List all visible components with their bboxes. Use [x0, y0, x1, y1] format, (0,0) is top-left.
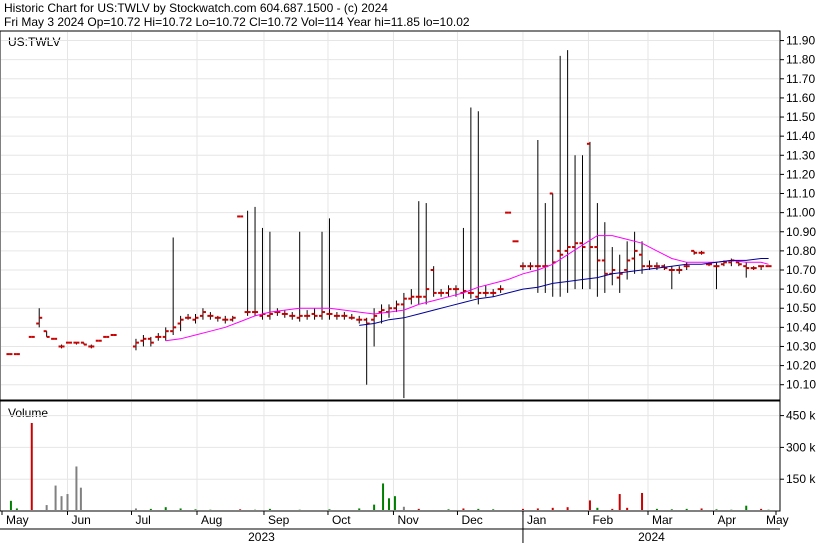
price-tick-label: 11.30	[786, 148, 815, 162]
price-plot-frame	[0, 30, 781, 401]
symbol-label: US:TWLV	[8, 35, 60, 49]
month-label: Feb	[592, 513, 613, 527]
price-tick-label: 11.50	[786, 110, 815, 124]
month-label: May	[6, 513, 29, 527]
price-tick-label: 11.40	[786, 129, 815, 143]
month-label: Aug	[201, 513, 222, 527]
stock-chart: US:TWLV Volume 11.90 11.80 11.70 11.60 11.50…	[0, 30, 816, 543]
price-tick-label: 11.70	[786, 72, 815, 86]
price-tick-label: 11.20	[786, 167, 815, 181]
month-label: Mar	[652, 513, 673, 527]
volume-plot-frame	[0, 400, 781, 512]
price-tick-label: 10.20	[786, 359, 816, 373]
price-tick-label: 10.60	[786, 282, 816, 296]
month-label: Jun	[71, 513, 90, 527]
price-tick-label: 10.40	[786, 320, 816, 334]
price-tick-label: 10.50	[786, 301, 816, 315]
month-label: May	[766, 513, 789, 527]
month-label: Jan	[527, 513, 546, 527]
price-tick-label: 10.30	[786, 339, 816, 353]
volume-tick-label: 150 k	[786, 472, 816, 486]
volume-tick-label: 450 k	[786, 409, 816, 423]
price-tick-label: 11.90	[786, 34, 815, 48]
month-label: Nov	[397, 513, 418, 527]
volume-panel: Volume	[0, 400, 781, 512]
price-tick-label: 10.70	[786, 263, 816, 277]
price-tick-label: 10.10	[786, 378, 816, 392]
price-tick-label: 11.80	[786, 53, 815, 67]
price-tick-label: 11.00	[786, 206, 815, 220]
month-label: Jul	[135, 513, 150, 527]
month-label: Dec	[461, 513, 482, 527]
price-panel: US:TWLV	[0, 30, 781, 401]
price-tick-label: 11.10	[786, 187, 815, 201]
month-label: Oct	[332, 513, 351, 527]
price-tick-label: 10.80	[786, 244, 816, 258]
month-label: Sep	[268, 513, 290, 527]
month-label: Apr	[717, 513, 736, 527]
price-tick-label: 11.60	[786, 91, 815, 105]
volume-label: Volume	[8, 406, 48, 420]
volume-tick-label: 300 k	[786, 440, 816, 454]
year-label-2024: 2024	[638, 530, 665, 543]
year-label-2023: 2023	[248, 530, 275, 543]
price-tick-label: 10.90	[786, 225, 816, 239]
